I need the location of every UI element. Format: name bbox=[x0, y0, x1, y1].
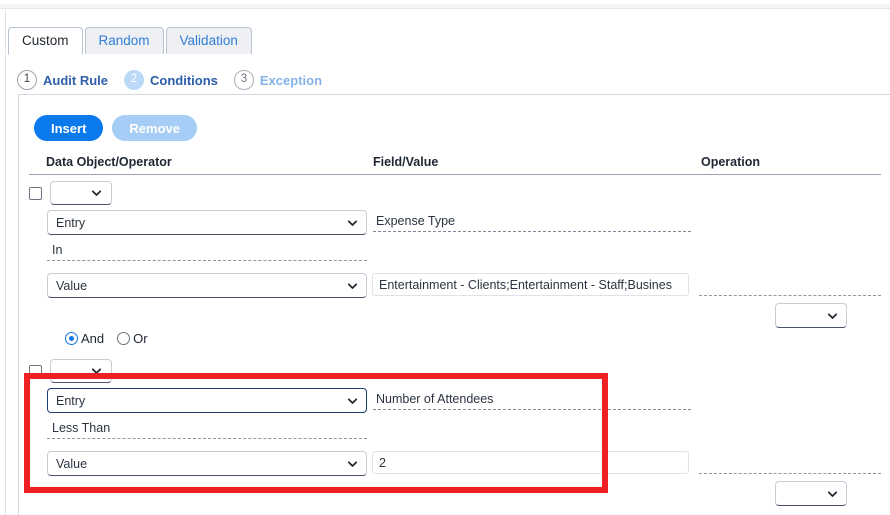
condition-1-checkbox[interactable] bbox=[29, 187, 42, 200]
condition-1-operation-select[interactable] bbox=[775, 303, 847, 328]
condition-2-value[interactable]: 2 bbox=[372, 451, 689, 474]
condition-1-operator[interactable]: In bbox=[47, 239, 367, 261]
step-exception[interactable]: 3 Exception bbox=[234, 70, 322, 90]
chevron-down-icon bbox=[347, 280, 358, 291]
condition-2-operation-divider bbox=[699, 473, 881, 474]
condition-2-data-object-value: Entry bbox=[56, 394, 85, 408]
condition-2-data-object-select[interactable]: Entry bbox=[47, 388, 367, 413]
condition-2-operation-select[interactable] bbox=[775, 481, 847, 506]
chevron-down-icon bbox=[347, 395, 358, 406]
insert-button[interactable]: Insert bbox=[34, 115, 103, 141]
conditions-column-headers: Data Object/Operator Field/Value Operati… bbox=[29, 155, 881, 175]
condition-1-field-name[interactable]: Expense Type bbox=[373, 210, 691, 232]
tab-random-label: Random bbox=[99, 34, 150, 48]
condition-2-value-type-value: Value bbox=[56, 457, 87, 471]
tab-validation-label: Validation bbox=[180, 34, 238, 48]
conditions-panel: Insert Remove Data Object/Operator Field… bbox=[18, 94, 890, 515]
top-white-strip bbox=[0, 0, 890, 4]
step-3-label: Exception bbox=[260, 73, 322, 88]
condition-1-data-object-value: Entry bbox=[56, 216, 85, 230]
condition-1-select-row bbox=[29, 181, 112, 205]
column-header-operation: Operation bbox=[701, 155, 760, 169]
tab-random[interactable]: Random bbox=[85, 27, 164, 55]
radio-or[interactable] bbox=[117, 332, 130, 345]
condition-1-value-type-value: Value bbox=[56, 279, 87, 293]
remove-button[interactable]: Remove bbox=[112, 115, 197, 141]
step-audit-rule[interactable]: 1 Audit Rule bbox=[17, 70, 108, 90]
condition-1-value[interactable]: Entertainment - Clients;Entertainment - … bbox=[372, 273, 689, 296]
step-2-label: Conditions bbox=[150, 73, 218, 88]
step-1-label: Audit Rule bbox=[43, 73, 108, 88]
chevron-down-icon bbox=[347, 217, 358, 228]
tab-custom-label: Custom bbox=[22, 34, 69, 48]
wizard-stepper: 1 Audit Rule 2 Conditions 3 Exception bbox=[17, 68, 338, 92]
chevron-down-icon bbox=[827, 310, 838, 321]
radio-and[interactable] bbox=[65, 332, 78, 345]
condition-2-field-name[interactable]: Number of Attendees bbox=[373, 388, 691, 410]
audit-rule-conditions-screen: Custom Random Validation 1 Audit Rule 2 … bbox=[0, 0, 890, 515]
condition-1-group-select[interactable] bbox=[50, 181, 112, 205]
condition-2-value-type-select[interactable]: Value bbox=[47, 451, 367, 476]
tab-custom[interactable]: Custom bbox=[8, 27, 83, 55]
condition-2-operator[interactable]: Less Than bbox=[47, 417, 367, 439]
tabstrip-underline bbox=[0, 54, 890, 55]
chevron-down-icon bbox=[827, 488, 838, 499]
chevron-down-icon bbox=[347, 458, 358, 469]
column-header-field-value: Field/Value bbox=[373, 155, 438, 169]
tab-validation[interactable]: Validation bbox=[166, 27, 252, 55]
conditions-toolbar: Insert Remove bbox=[34, 115, 197, 141]
chevron-down-icon bbox=[91, 188, 102, 199]
condition-1-value-type-select[interactable]: Value bbox=[47, 273, 367, 298]
chevron-down-icon bbox=[91, 366, 102, 377]
condition-connector-andor: And Or bbox=[65, 331, 148, 346]
step-3-number: 3 bbox=[234, 70, 254, 90]
connector-and-label: And bbox=[81, 331, 104, 346]
condition-2-select-row bbox=[29, 359, 112, 383]
step-conditions[interactable]: 2 Conditions bbox=[124, 70, 218, 90]
condition-2-group-select[interactable] bbox=[50, 359, 112, 383]
connector-or-option[interactable]: Or bbox=[117, 331, 147, 346]
column-header-data-object-operator: Data Object/Operator bbox=[46, 155, 172, 169]
condition-1-data-object-select[interactable]: Entry bbox=[47, 210, 367, 235]
page-left-rail bbox=[5, 10, 6, 515]
condition-1-operation-divider bbox=[699, 295, 881, 296]
connector-or-label: Or bbox=[133, 331, 147, 346]
connector-and-option[interactable]: And bbox=[65, 331, 104, 346]
condition-2-checkbox[interactable] bbox=[29, 365, 42, 378]
step-2-number: 2 bbox=[124, 70, 144, 90]
step-1-number: 1 bbox=[17, 70, 37, 90]
tabstrip: Custom Random Validation bbox=[8, 25, 252, 55]
